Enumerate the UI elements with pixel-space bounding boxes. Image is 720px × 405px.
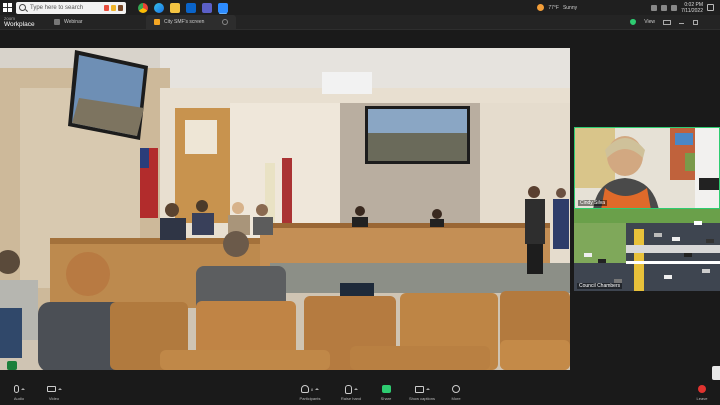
side-panel-toggle[interactable] [712, 366, 720, 380]
edge-icon[interactable] [154, 2, 164, 13]
window-controls [679, 19, 712, 25]
taskbar-clock[interactable]: 0:02 PM 7/11/2022 [681, 2, 703, 14]
weather-temp: 77°F [548, 4, 559, 11]
tab-shared-screen-label: City SMF's screen [164, 19, 205, 25]
participant-video-image [574, 209, 720, 291]
raise-hand-button[interactable]: Raise hand [334, 383, 368, 401]
audio-button[interactable]: Audio [2, 383, 36, 401]
raise-hand-label: Raise hand [340, 396, 362, 401]
main-video-feed[interactable] [0, 48, 570, 370]
share-button[interactable]: Share [369, 383, 403, 401]
view-layout-icon[interactable] [663, 19, 671, 25]
active-speaker-badge [7, 361, 17, 370]
weather-sun-icon[interactable] [537, 4, 545, 11]
video-button[interactable]: Video [37, 383, 71, 401]
windows-start-button[interactable] [0, 0, 14, 15]
windows-logo-icon [2, 3, 12, 12]
participant-name-label: Council Chambers [577, 283, 623, 289]
audio-label: Audio [13, 396, 25, 401]
closed-captions-icon [414, 385, 424, 393]
share-screen-icon [381, 385, 391, 393]
more-button[interactable]: More [439, 383, 473, 401]
captions-caret-icon[interactable] [425, 388, 430, 390]
view-label[interactable]: View [644, 19, 655, 25]
taskbar-search-placeholder: Type here to search [30, 4, 84, 11]
tray-chevron-icon[interactable] [651, 4, 658, 11]
zoom-header: zoom Workplace Webinar City SMF's screen… [0, 14, 720, 30]
zoom-brand: zoom Workplace [0, 16, 46, 28]
maximize-icon[interactable] [693, 19, 698, 25]
participant-video-image [575, 128, 719, 208]
tab-webinar-label: Webinar [64, 19, 83, 25]
file-explorer-icon[interactable] [170, 2, 180, 13]
zoom-brand-line2: Workplace [4, 21, 35, 28]
video-options-caret-icon[interactable] [57, 388, 62, 390]
show-captions-button[interactable]: Show captions [405, 383, 439, 401]
participant-video-cindy-silva[interactable]: Cindy Silva [574, 127, 720, 209]
tab-shared-screen[interactable]: City SMF's screen [146, 14, 236, 30]
notifications-icon[interactable] [707, 4, 714, 11]
raise-hand-icon [344, 384, 352, 394]
webinar-icon [54, 19, 60, 25]
captions-label: Show captions [408, 396, 435, 401]
zoom-icon[interactable] [218, 2, 228, 13]
participants-options-caret-icon[interactable] [315, 388, 320, 390]
close-tab-icon[interactable] [222, 19, 228, 25]
leave-button[interactable]: Leave [685, 383, 719, 401]
participants-icon [300, 385, 309, 393]
search-icon [19, 4, 26, 11]
teams-icon[interactable] [202, 2, 212, 13]
participants-button[interactable]: 8 Participants [293, 383, 327, 401]
outlook-icon[interactable] [186, 2, 196, 13]
taskbar-search-box[interactable]: Type here to search [16, 1, 126, 14]
leave-label: Leave [696, 396, 708, 401]
close-window-icon[interactable] [707, 20, 712, 25]
chrome-icon[interactable] [138, 2, 148, 13]
participants-count: 8 [310, 386, 314, 392]
participants-label: Participants [299, 396, 321, 401]
leave-meeting-icon [698, 385, 706, 393]
participant-video-council-chambers[interactable]: Council Chambers [574, 209, 720, 291]
minimize-icon[interactable] [679, 21, 684, 24]
network-icon[interactable] [661, 4, 668, 11]
microphone-icon [13, 385, 19, 393]
video-label: Video [48, 396, 60, 401]
participant-name-label: Cindy Silva [578, 200, 608, 206]
reactions-caret-icon[interactable] [353, 388, 358, 390]
more-options-icon [452, 385, 460, 393]
windows-taskbar: Type here to search 77°F Sunny 0:02 PM 7… [0, 0, 720, 15]
security-shield-icon[interactable] [630, 19, 637, 25]
clock-date: 7/11/2022 [681, 7, 703, 14]
council-chambers-scene [0, 48, 570, 370]
tab-webinar[interactable]: Webinar [46, 15, 146, 30]
weather-desc: Sunny [562, 4, 578, 11]
volume-icon[interactable] [671, 4, 678, 11]
search-highlight-icon [104, 4, 123, 11]
meeting-toolbar: Audio Video 8 Participants Raise hand Sh… [0, 380, 720, 405]
audio-options-caret-icon[interactable] [20, 388, 25, 390]
video-camera-icon [46, 386, 56, 392]
more-label: More [451, 396, 461, 401]
screen-share-tab-icon [154, 19, 160, 25]
share-label: Share [380, 396, 392, 401]
